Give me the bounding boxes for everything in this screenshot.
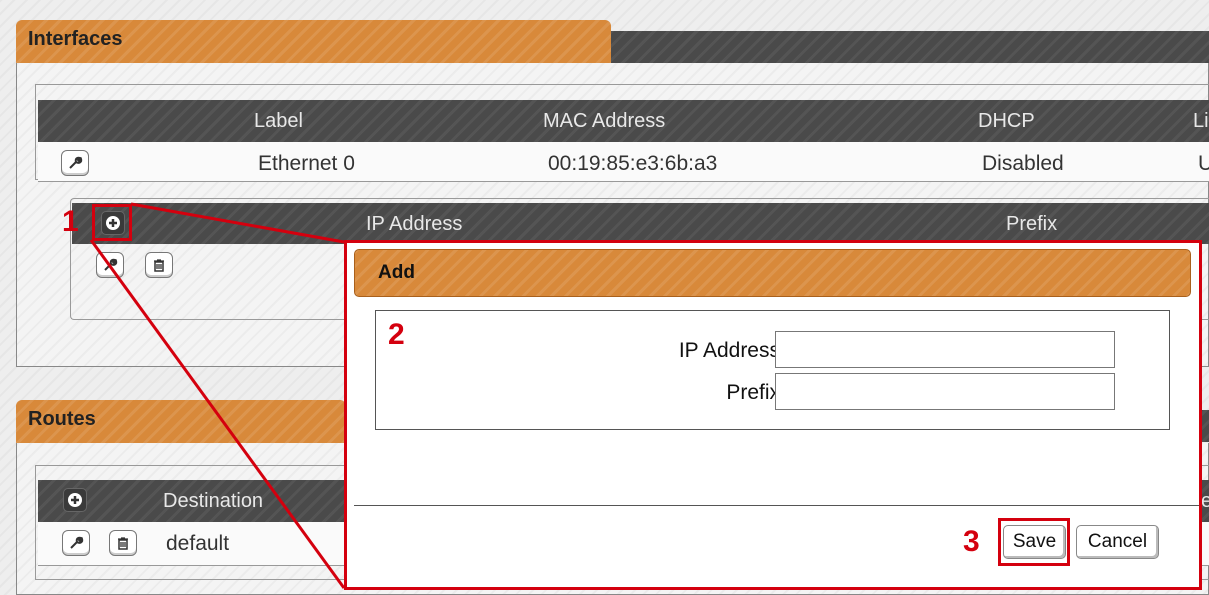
annotation-highlight-add-button [92,204,132,241]
annotation-highlight-dialog [344,240,1202,590]
annotation-step-2: 2 [388,318,405,351]
annotation-step-3: 3 [963,525,980,558]
annotation-highlight-save-button [998,518,1070,566]
annotation-step-1: 1 [62,205,79,238]
